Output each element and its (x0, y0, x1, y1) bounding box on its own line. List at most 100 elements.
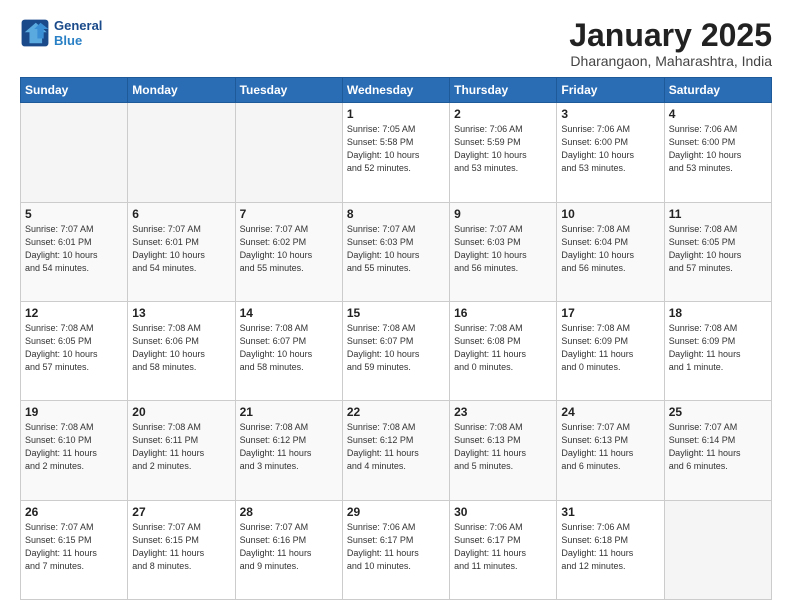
day-number: 31 (561, 505, 659, 519)
table-row: 7 Sunrise: 7:07 AM Sunset: 6:02 PM Daylig… (235, 202, 342, 301)
table-row (128, 103, 235, 202)
logo-icon (20, 18, 50, 48)
day-info: Sunrise: 7:07 AM Sunset: 6:15 PM Dayligh… (132, 521, 230, 573)
day-number: 5 (25, 207, 123, 221)
day-info: Sunrise: 7:06 AM Sunset: 5:59 PM Dayligh… (454, 123, 552, 175)
header-monday: Monday (128, 78, 235, 103)
table-row: 13 Sunrise: 7:08 AM Sunset: 6:06 PM Dayli… (128, 301, 235, 400)
table-row: 26 Sunrise: 7:07 AM Sunset: 6:15 PM Dayli… (21, 500, 128, 599)
day-number: 3 (561, 107, 659, 121)
table-row: 19 Sunrise: 7:08 AM Sunset: 6:10 PM Dayli… (21, 401, 128, 500)
day-number: 21 (240, 405, 338, 419)
day-number: 1 (347, 107, 445, 121)
day-info: Sunrise: 7:08 AM Sunset: 6:10 PM Dayligh… (25, 421, 123, 473)
table-row (664, 500, 771, 599)
day-info: Sunrise: 7:08 AM Sunset: 6:07 PM Dayligh… (347, 322, 445, 374)
day-info: Sunrise: 7:06 AM Sunset: 6:17 PM Dayligh… (347, 521, 445, 573)
day-info: Sunrise: 7:07 AM Sunset: 6:01 PM Dayligh… (132, 223, 230, 275)
title-block: January 2025 Dharangaon, Maharashtra, In… (569, 18, 772, 69)
day-info: Sunrise: 7:06 AM Sunset: 6:18 PM Dayligh… (561, 521, 659, 573)
day-info: Sunrise: 7:08 AM Sunset: 6:06 PM Dayligh… (132, 322, 230, 374)
table-row: 22Sunrise: 7:08 AM Sunset: 6:12 PM Dayli… (342, 401, 449, 500)
day-info: Sunrise: 7:05 AM Sunset: 5:58 PM Dayligh… (347, 123, 445, 175)
day-info: Sunrise: 7:07 AM Sunset: 6:15 PM Dayligh… (25, 521, 123, 573)
day-info: Sunrise: 7:08 AM Sunset: 6:09 PM Dayligh… (561, 322, 659, 374)
calendar-week-row: 12 Sunrise: 7:08 AM Sunset: 6:05 PM Dayli… (21, 301, 772, 400)
calendar-table: Sunday Monday Tuesday Wednesday Thursday… (20, 77, 772, 600)
day-number: 14 (240, 306, 338, 320)
calendar-week-row: 1 Sunrise: 7:05 AM Sunset: 5:58 PM Daylig… (21, 103, 772, 202)
day-info: Sunrise: 7:08 AM Sunset: 6:12 PM Dayligh… (347, 421, 445, 473)
table-row: 18 Sunrise: 7:08 AM Sunset: 6:09 PM Dayli… (664, 301, 771, 400)
day-info: Sunrise: 7:08 AM Sunset: 6:12 PM Dayligh… (240, 421, 338, 473)
header-thursday: Thursday (450, 78, 557, 103)
table-row: 4 Sunrise: 7:06 AM Sunset: 6:00 PM Daylig… (664, 103, 771, 202)
table-row: 20Sunrise: 7:08 AM Sunset: 6:11 PM Dayli… (128, 401, 235, 500)
calendar-subtitle: Dharangaon, Maharashtra, India (569, 53, 772, 69)
day-number: 25 (669, 405, 767, 419)
day-number: 26 (25, 505, 123, 519)
calendar-week-row: 26 Sunrise: 7:07 AM Sunset: 6:15 PM Dayli… (21, 500, 772, 599)
table-row: 10 Sunrise: 7:08 AM Sunset: 6:04 PM Dayli… (557, 202, 664, 301)
day-info: Sunrise: 7:07 AM Sunset: 6:01 PM Dayligh… (25, 223, 123, 275)
day-number: 30 (454, 505, 552, 519)
table-row: 23 Sunrise: 7:08 AM Sunset: 6:13 PM Dayli… (450, 401, 557, 500)
table-row: 2 Sunrise: 7:06 AM Sunset: 5:59 PM Daylig… (450, 103, 557, 202)
day-number: 17 (561, 306, 659, 320)
table-row: 29Sunrise: 7:06 AM Sunset: 6:17 PM Dayli… (342, 500, 449, 599)
day-number: 28 (240, 505, 338, 519)
table-row: 24Sunrise: 7:07 AM Sunset: 6:13 PM Dayli… (557, 401, 664, 500)
day-number: 12 (25, 306, 123, 320)
header-wednesday: Wednesday (342, 78, 449, 103)
table-row: 6Sunrise: 7:07 AM Sunset: 6:01 PM Daylig… (128, 202, 235, 301)
day-number: 8 (347, 207, 445, 221)
day-info: Sunrise: 7:08 AM Sunset: 6:05 PM Dayligh… (25, 322, 123, 374)
day-info: Sunrise: 7:06 AM Sunset: 6:00 PM Dayligh… (669, 123, 767, 175)
page: General Blue January 2025 Dharangaon, Ma… (0, 0, 792, 612)
table-row (235, 103, 342, 202)
day-number: 7 (240, 207, 338, 221)
day-number: 23 (454, 405, 552, 419)
day-number: 27 (132, 505, 230, 519)
day-number: 15 (347, 306, 445, 320)
day-number: 10 (561, 207, 659, 221)
header: General Blue January 2025 Dharangaon, Ma… (20, 18, 772, 69)
table-row: 17 Sunrise: 7:08 AM Sunset: 6:09 PM Dayli… (557, 301, 664, 400)
table-row: 5 Sunrise: 7:07 AM Sunset: 6:01 PM Daylig… (21, 202, 128, 301)
calendar-title: January 2025 (569, 18, 772, 53)
table-row: 31 Sunrise: 7:06 AM Sunset: 6:18 PM Dayli… (557, 500, 664, 599)
day-number: 18 (669, 306, 767, 320)
header-saturday: Saturday (664, 78, 771, 103)
day-number: 2 (454, 107, 552, 121)
table-row: 25Sunrise: 7:07 AM Sunset: 6:14 PM Dayli… (664, 401, 771, 500)
table-row: 11 Sunrise: 7:08 AM Sunset: 6:05 PM Dayli… (664, 202, 771, 301)
day-info: Sunrise: 7:07 AM Sunset: 6:02 PM Dayligh… (240, 223, 338, 275)
day-number: 20 (132, 405, 230, 419)
table-row: 30Sunrise: 7:06 AM Sunset: 6:17 PM Dayli… (450, 500, 557, 599)
day-info: Sunrise: 7:07 AM Sunset: 6:16 PM Dayligh… (240, 521, 338, 573)
day-number: 13 (132, 306, 230, 320)
header-tuesday: Tuesday (235, 78, 342, 103)
table-row: 12 Sunrise: 7:08 AM Sunset: 6:05 PM Dayli… (21, 301, 128, 400)
day-number: 11 (669, 207, 767, 221)
table-row: 3 Sunrise: 7:06 AM Sunset: 6:00 PM Daylig… (557, 103, 664, 202)
header-friday: Friday (557, 78, 664, 103)
day-info: Sunrise: 7:08 AM Sunset: 6:04 PM Dayligh… (561, 223, 659, 275)
calendar-week-row: 5 Sunrise: 7:07 AM Sunset: 6:01 PM Daylig… (21, 202, 772, 301)
day-number: 4 (669, 107, 767, 121)
table-row: 9Sunrise: 7:07 AM Sunset: 6:03 PM Daylig… (450, 202, 557, 301)
table-row: 14Sunrise: 7:08 AM Sunset: 6:07 PM Dayli… (235, 301, 342, 400)
table-row: 1 Sunrise: 7:05 AM Sunset: 5:58 PM Daylig… (342, 103, 449, 202)
day-number: 19 (25, 405, 123, 419)
day-info: Sunrise: 7:06 AM Sunset: 6:00 PM Dayligh… (561, 123, 659, 175)
day-info: Sunrise: 7:08 AM Sunset: 6:13 PM Dayligh… (454, 421, 552, 473)
day-info: Sunrise: 7:08 AM Sunset: 6:09 PM Dayligh… (669, 322, 767, 374)
day-info: Sunrise: 7:07 AM Sunset: 6:13 PM Dayligh… (561, 421, 659, 473)
day-number: 16 (454, 306, 552, 320)
table-row: 21 Sunrise: 7:08 AM Sunset: 6:12 PM Dayli… (235, 401, 342, 500)
day-info: Sunrise: 7:08 AM Sunset: 6:05 PM Dayligh… (669, 223, 767, 275)
day-info: Sunrise: 7:08 AM Sunset: 6:08 PM Dayligh… (454, 322, 552, 374)
table-row: 27 Sunrise: 7:07 AM Sunset: 6:15 PM Dayli… (128, 500, 235, 599)
table-row: 28 Sunrise: 7:07 AM Sunset: 6:16 PM Dayli… (235, 500, 342, 599)
logo-text: General Blue (54, 18, 102, 48)
